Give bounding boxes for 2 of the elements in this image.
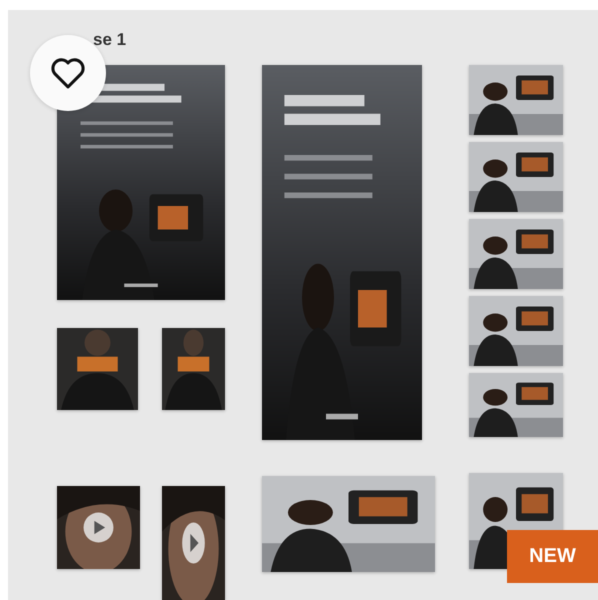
new-badge: NEW xyxy=(507,530,598,583)
collection-title: se 1 xyxy=(93,30,128,51)
